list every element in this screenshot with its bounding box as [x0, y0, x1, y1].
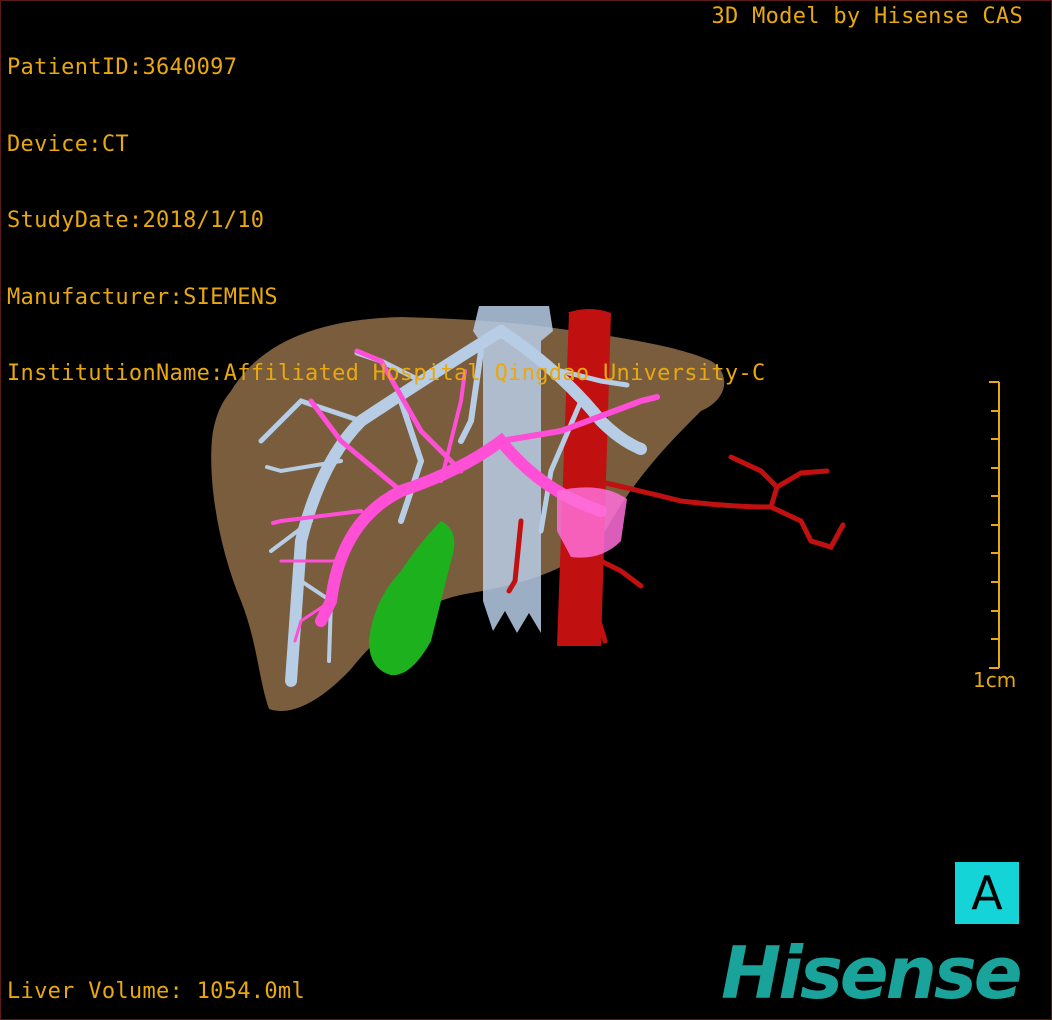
orientation-label: A — [971, 866, 1003, 920]
hisense-logo: Hisense — [721, 931, 1023, 1015]
scale-bar-label: 1cm — [973, 668, 1017, 692]
liver-volume: Liver Volume: 1054.0ml — [7, 979, 305, 1004]
device: Device:CT — [7, 131, 129, 157]
patient-info-block: PatientID:3640097 Device:CT StudyDate:20… — [7, 4, 766, 438]
3d-viewport[interactable]: PatientID:3640097 Device:CT StudyDate:20… — [0, 0, 1052, 1020]
scale-bar — [989, 381, 1000, 669]
institution-name: InstitutionName:Affiliated Hospital Qing… — [7, 361, 766, 386]
portal-vein-trunk — [557, 487, 627, 558]
manufacturer: Manufacturer:SIEMENS — [7, 284, 278, 310]
study-date: StudyDate:2018/1/10 — [7, 208, 265, 233]
patient-id: PatientID:3640097 — [7, 55, 238, 80]
orientation-indicator[interactable]: A — [955, 862, 1019, 924]
model-credit: 3D Model by Hisense CAS — [711, 4, 1023, 29]
